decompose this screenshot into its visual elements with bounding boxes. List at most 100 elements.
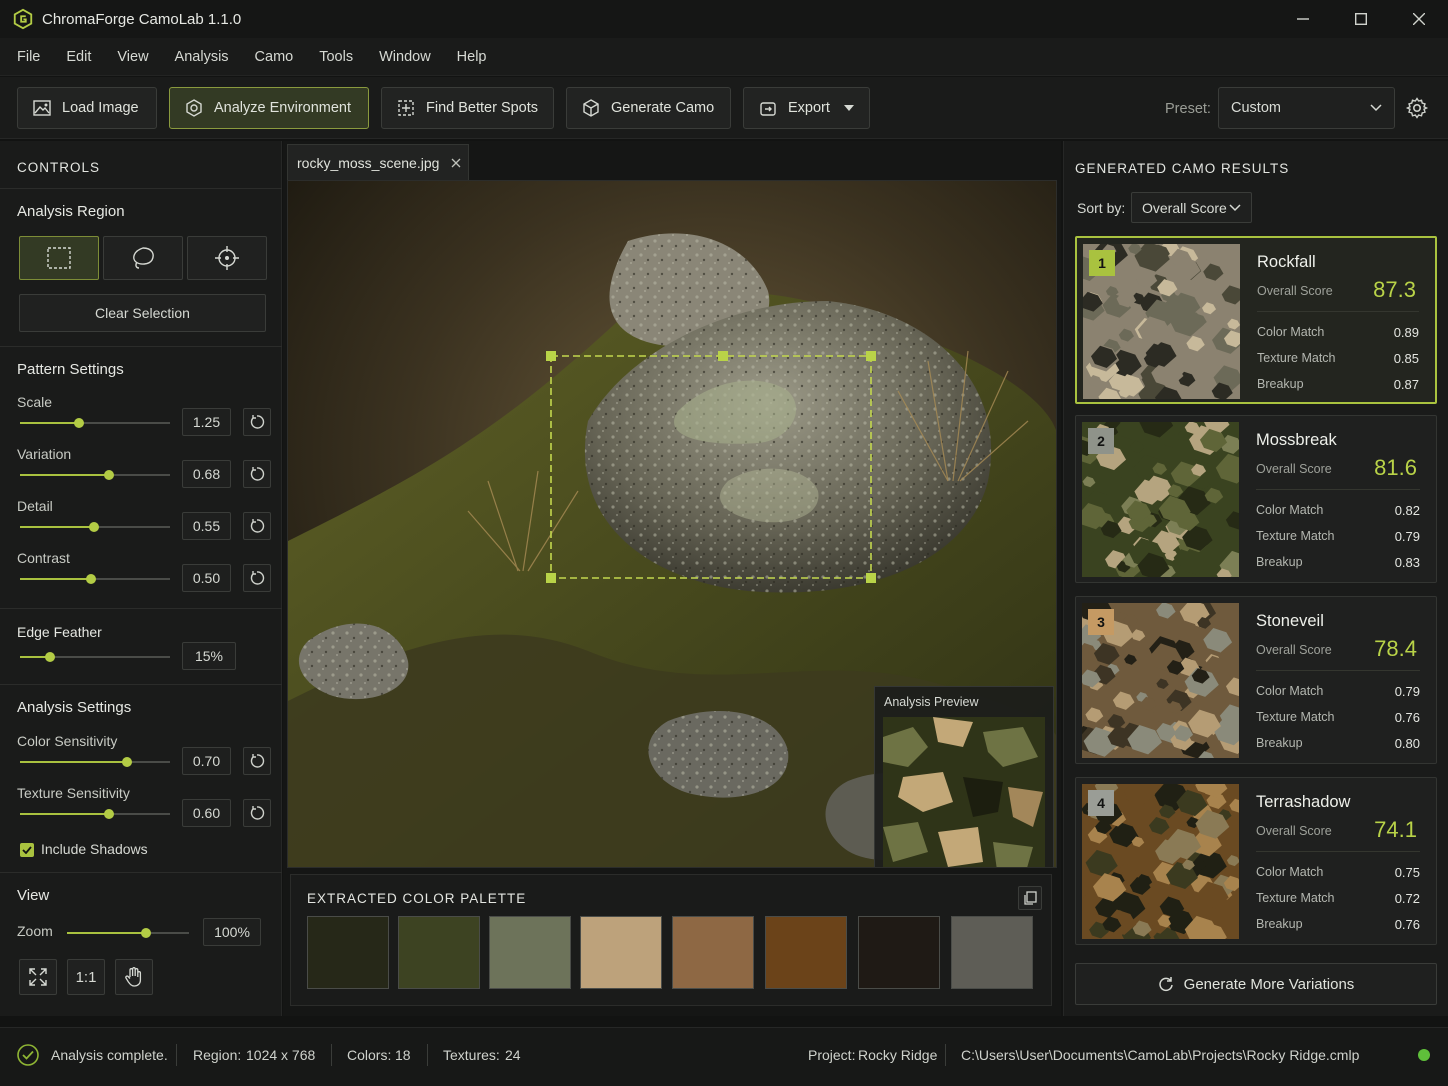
color-sensitivity-slider-thumb[interactable]	[121, 757, 132, 767]
project-label: Project:	[808, 1047, 856, 1063]
result-card-terrashadow[interactable]: 4 Terrashadow Overall Score 74.1 Color M…	[1075, 777, 1437, 945]
minimize-button[interactable]	[1274, 0, 1332, 38]
find-better-spots-button[interactable]: Find Better Spots	[381, 87, 554, 129]
results-panel: GENERATED CAMO RESULTS Sort by: Overall …	[1063, 141, 1448, 1016]
zoom-slider-thumb[interactable]	[141, 928, 152, 938]
overall-score-label: Overall Score	[1256, 824, 1332, 838]
close-tab-icon[interactable]	[451, 158, 461, 168]
camo-thumbnail[interactable]: 1	[1083, 244, 1240, 399]
zoom-value[interactable]: 100%	[203, 918, 261, 946]
actual-size-button[interactable]: 1:1	[67, 959, 105, 995]
detail-reset-button[interactable]	[243, 512, 271, 540]
image-canvas[interactable]: Analysis Preview	[287, 180, 1057, 868]
contrast-slider[interactable]	[20, 574, 170, 584]
contrast-label: Contrast	[17, 550, 70, 566]
zoom-slider[interactable]	[67, 928, 189, 938]
point-select-tool[interactable]	[187, 236, 267, 280]
menu-window[interactable]: Window	[366, 49, 444, 65]
menu-tools[interactable]: Tools	[306, 49, 366, 65]
variation-value[interactable]: 0.68	[182, 460, 231, 488]
texture-sensitivity-reset-button[interactable]	[243, 799, 271, 827]
cube-icon	[583, 99, 599, 117]
result-name: Terrashadow	[1256, 793, 1351, 811]
contrast-reset-button[interactable]	[243, 564, 271, 592]
generate-more-variations-button[interactable]: Generate More Variations	[1075, 963, 1437, 1005]
results-header: GENERATED CAMO RESULTS	[1075, 161, 1290, 176]
palette-swatch-8[interactable]	[951, 916, 1033, 989]
camo-thumbnail[interactable]: 3	[1082, 603, 1239, 758]
camo-thumbnail[interactable]: 4	[1082, 784, 1239, 939]
tab-label: rocky_moss_scene.jpg	[297, 154, 440, 171]
scale-value[interactable]: 1.25	[182, 408, 231, 436]
palette-swatch-4[interactable]	[580, 916, 662, 989]
rectangle-select-icon	[47, 247, 71, 269]
maximize-button[interactable]	[1332, 0, 1390, 38]
texture-sensitivity-slider-thumb[interactable]	[103, 809, 114, 819]
export-button[interactable]: Export	[743, 87, 870, 129]
menu-analysis[interactable]: Analysis	[162, 49, 242, 65]
palette-swatch-2[interactable]	[398, 916, 480, 989]
palette-swatch-3[interactable]	[489, 916, 571, 989]
palette-swatch-7[interactable]	[858, 916, 940, 989]
texture-sensitivity-value[interactable]: 0.60	[182, 799, 231, 827]
scale-slider-thumb[interactable]	[73, 418, 84, 428]
analyze-environment-button[interactable]: Analyze Environment	[169, 87, 369, 129]
color-sensitivity-slider[interactable]	[20, 757, 170, 767]
analyze-environment-label: Analyze Environment	[214, 100, 352, 116]
sort-by-select[interactable]: Overall Score	[1131, 192, 1252, 223]
texture-match-value: 0.79	[1394, 529, 1420, 544]
detail-value[interactable]: 0.55	[182, 512, 231, 540]
scale-reset-button[interactable]	[243, 408, 271, 436]
tab-rocky-moss-scene[interactable]: rocky_moss_scene.jpg	[287, 144, 469, 180]
overall-score-value: 78.4	[1374, 636, 1417, 661]
color-sensitivity-reset-button[interactable]	[243, 747, 271, 775]
detail-slider-thumb[interactable]	[88, 522, 99, 532]
lasso-select-tool[interactable]	[103, 236, 183, 280]
result-card-mossbreak[interactable]: 2 Mossbreak Overall Score 81.6 Color Mat…	[1075, 415, 1437, 583]
result-card-rockfall[interactable]: 1 Rockfall Overall Score 87.3 Color Matc…	[1075, 236, 1437, 404]
result-card-stoneveil[interactable]: 3 Stoneveil Overall Score 78.4 Color Mat…	[1075, 596, 1437, 764]
colors-value: 18	[395, 1047, 411, 1063]
pan-tool-button[interactable]	[115, 959, 153, 995]
include-shadows-checkbox[interactable]	[20, 843, 34, 857]
generate-more-label: Generate More Variations	[1183, 975, 1355, 993]
palette-swatch-1[interactable]	[307, 916, 389, 989]
overall-score-label: Overall Score	[1256, 643, 1332, 657]
menu-view[interactable]: View	[104, 49, 161, 65]
palette-swatch-5[interactable]	[672, 916, 754, 989]
app-title: ChromaForge CamoLab 1.1.0	[42, 10, 242, 28]
color-sensitivity-value[interactable]: 0.70	[182, 747, 231, 775]
palette-swatch-6[interactable]	[765, 916, 847, 989]
preset-select[interactable]: Custom	[1218, 87, 1395, 129]
scale-slider[interactable]	[20, 418, 170, 428]
edge-feather-slider[interactable]	[20, 652, 170, 662]
variation-reset-button[interactable]	[243, 460, 271, 488]
contrast-value[interactable]: 0.50	[182, 564, 231, 592]
load-image-button[interactable]: Load Image	[17, 87, 157, 129]
expand-icon	[29, 968, 47, 986]
copy-palette-button[interactable]	[1018, 886, 1042, 910]
menu-help[interactable]: Help	[444, 49, 500, 65]
variation-slider-thumb[interactable]	[103, 470, 114, 480]
edge-feather-value[interactable]: 15%	[182, 642, 236, 670]
contrast-slider-thumb[interactable]	[85, 574, 96, 584]
menu-camo[interactable]: Camo	[242, 49, 307, 65]
close-button[interactable]	[1390, 0, 1448, 38]
edge-feather-slider-thumb[interactable]	[45, 652, 55, 662]
rectangle-select-tool[interactable]	[19, 236, 99, 280]
camo-thumbnail[interactable]: 2	[1082, 422, 1239, 577]
texture-sensitivity-slider[interactable]	[20, 809, 170, 819]
color-match-value: 0.82	[1394, 503, 1420, 518]
settings-gear-icon[interactable]	[1405, 96, 1429, 120]
fit-to-screen-button[interactable]	[19, 959, 57, 995]
texture-match-label: Texture Match	[1256, 529, 1335, 543]
detail-slider[interactable]	[20, 522, 170, 532]
analysis-preview-title: Analysis Preview	[884, 695, 979, 709]
menu-file[interactable]: File	[4, 49, 53, 65]
variation-slider[interactable]	[20, 470, 170, 480]
clear-selection-button[interactable]: Clear Selection	[19, 294, 266, 332]
menu-edit[interactable]: Edit	[53, 49, 104, 65]
crosshair-icon	[215, 246, 239, 270]
generate-camo-button[interactable]: Generate Camo	[566, 87, 731, 129]
texture-match-label: Texture Match	[1256, 891, 1335, 905]
